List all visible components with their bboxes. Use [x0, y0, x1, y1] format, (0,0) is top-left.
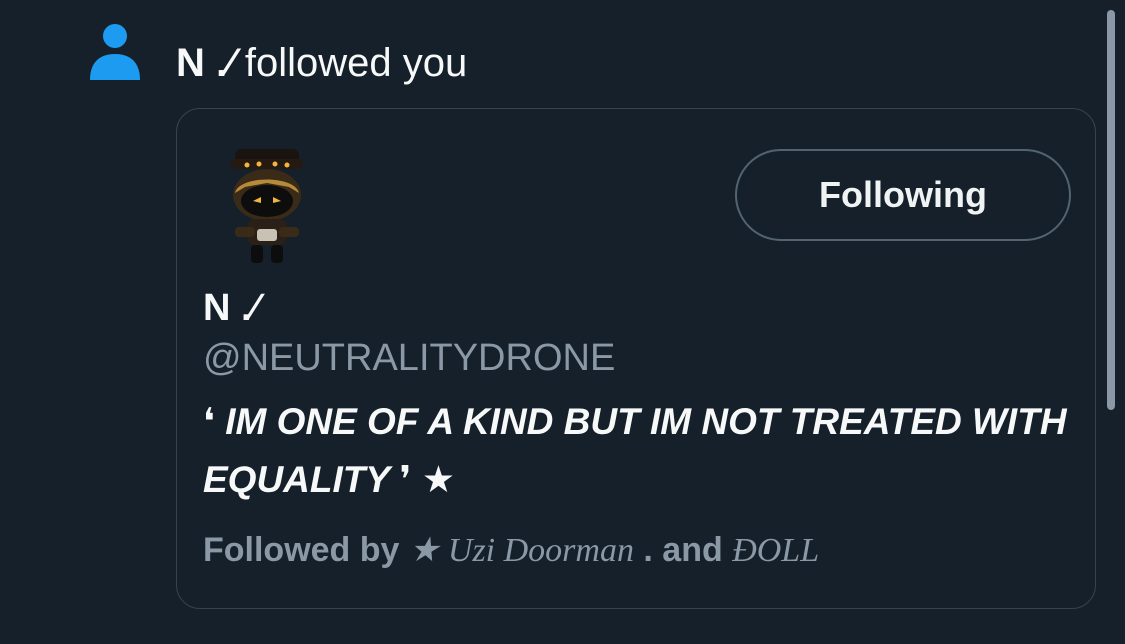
followed-by-user-1[interactable]: ★ Uzi Doorman [409, 532, 634, 569]
following-button[interactable]: Following [735, 149, 1071, 241]
scrollbar[interactable] [1107, 10, 1115, 410]
profile-handle[interactable]: @NEUTRALITYDRONE [203, 335, 615, 381]
profile-card[interactable]: Following N .⁄ @NEUTRALITYDRONE ❛ IM ONE… [176, 108, 1096, 609]
person-icon [90, 24, 140, 80]
notification-actor-name[interactable]: N .⁄ [176, 41, 234, 85]
profile-bio: ❛ IM ONE OF A KIND BUT IM NOT TREATED WI… [203, 401, 1067, 500]
followed-by-line[interactable]: Followed by ★ Uzi Doorman . and ĐOLL [203, 527, 819, 574]
notification-text: N .⁄ followed you [176, 38, 467, 88]
followed-by-user-2[interactable]: ĐOLL [732, 532, 819, 569]
avatar[interactable] [217, 147, 317, 267]
followed-by-and: . and [633, 531, 733, 569]
followed-by-label: Followed by [203, 531, 409, 569]
notification-action: followed you [233, 41, 468, 85]
profile-display-name[interactable]: N .⁄ [203, 285, 258, 331]
